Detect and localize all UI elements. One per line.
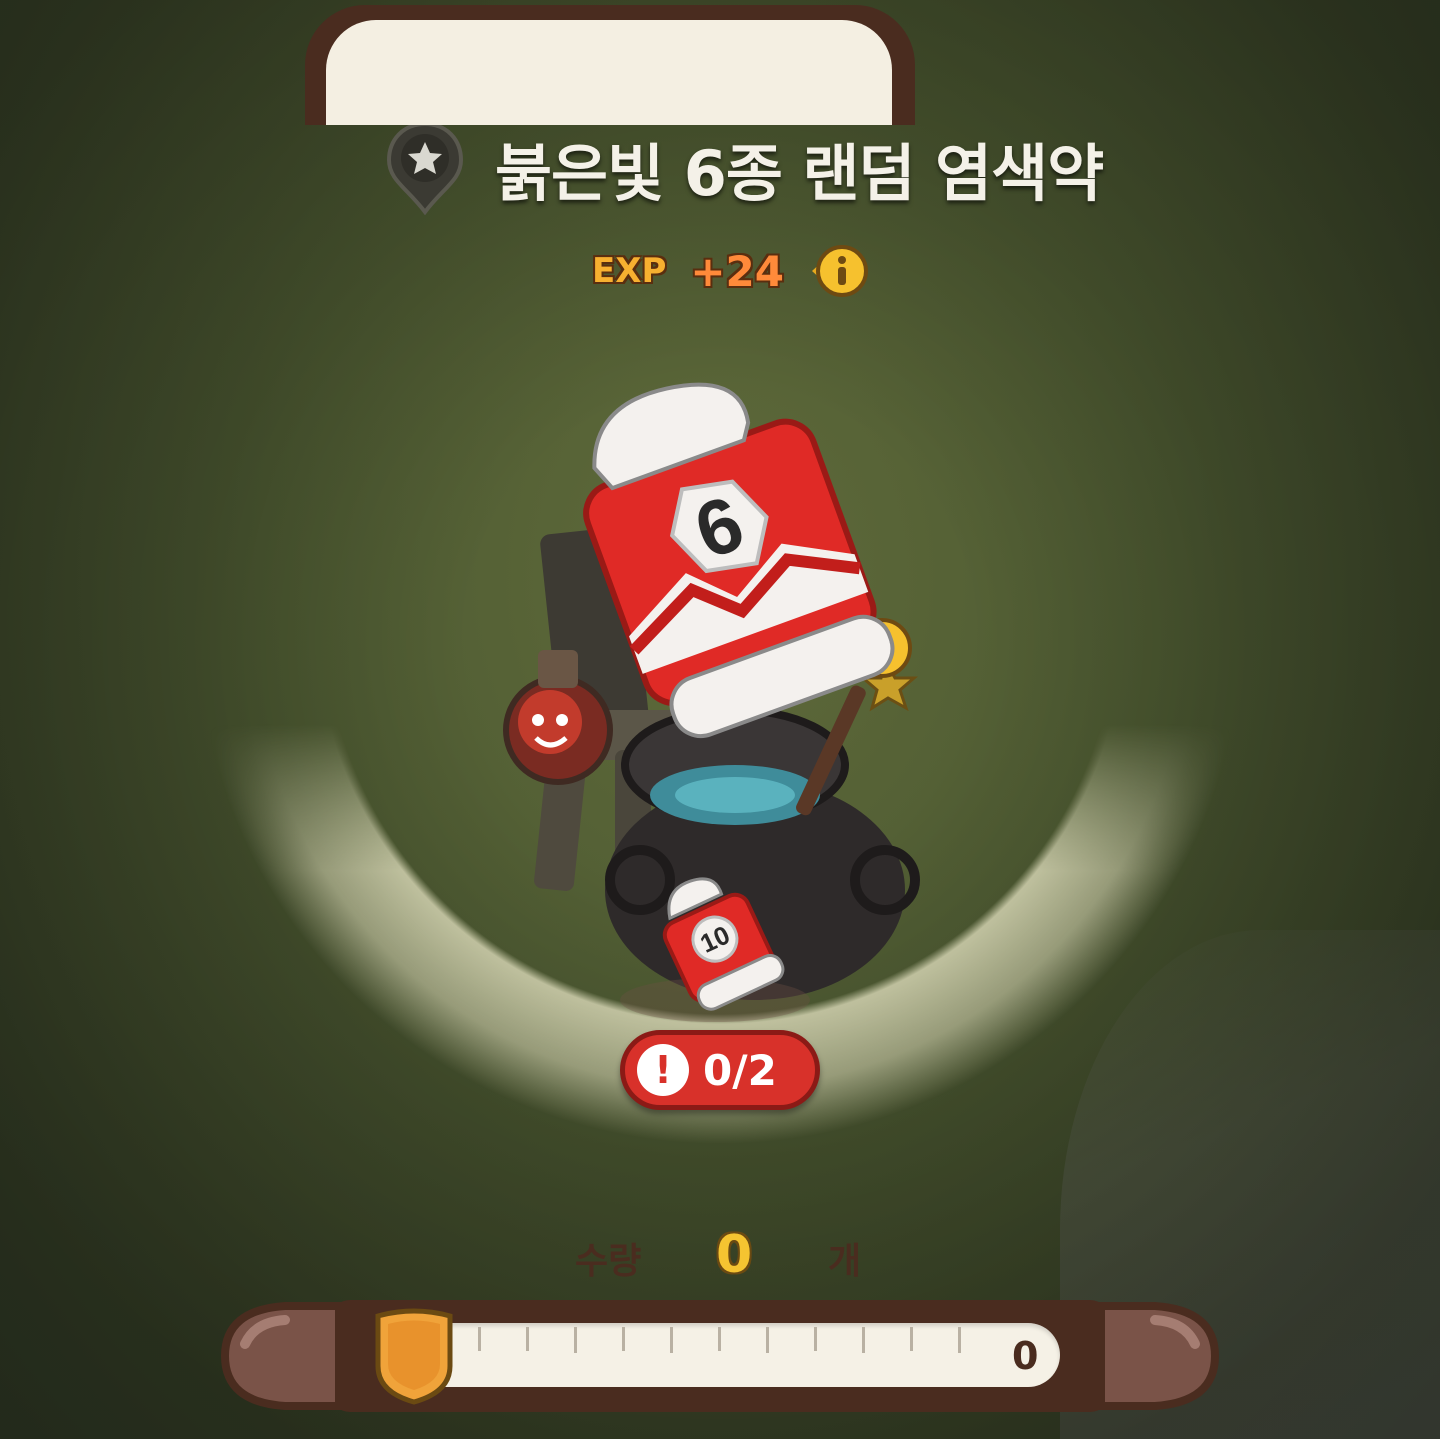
ingredient-requirement-badge: ! 0/2 [620,1030,820,1110]
slider-tick [718,1327,721,1351]
exp-value: +24 [690,246,784,296]
quantity-label: 수량 [575,1241,642,1282]
item-title-row: 붉은빛 6종 랜덤 염색약 [385,120,1104,215]
decrease-quantity-button[interactable] [215,1300,345,1412]
slider-tick [622,1327,625,1351]
info-icon[interactable] [808,240,870,302]
slider-tick [766,1327,769,1353]
slider-tick [862,1327,865,1353]
quantity-slider-thumb[interactable] [370,1306,458,1406]
item-name: 붉은빛 6종 랜덤 염색약 [495,136,1104,210]
quantity-value: 0 [716,1225,753,1285]
slider-tick [910,1327,913,1351]
increase-quantity-button[interactable] [1095,1300,1225,1412]
quantity-unit: 개 [828,1241,862,1282]
exp-label: EXP [592,251,667,291]
exp-row: EXP +24 [592,240,870,302]
slider-tick [526,1327,529,1351]
star-pin-icon [386,121,464,215]
slider-tick [670,1327,673,1353]
slider-tick [958,1327,961,1353]
quantity-tab-inner [326,20,892,125]
slider-tick [814,1327,817,1351]
slider-tick [574,1327,577,1353]
crafting-station[interactable]: 6 10 [490,360,950,1050]
requirement-count: 0/2 [703,1045,777,1095]
slider-tick [478,1327,481,1351]
alert-icon: ! [637,1044,689,1096]
quantity-max-value: 0 [1012,1334,1039,1378]
